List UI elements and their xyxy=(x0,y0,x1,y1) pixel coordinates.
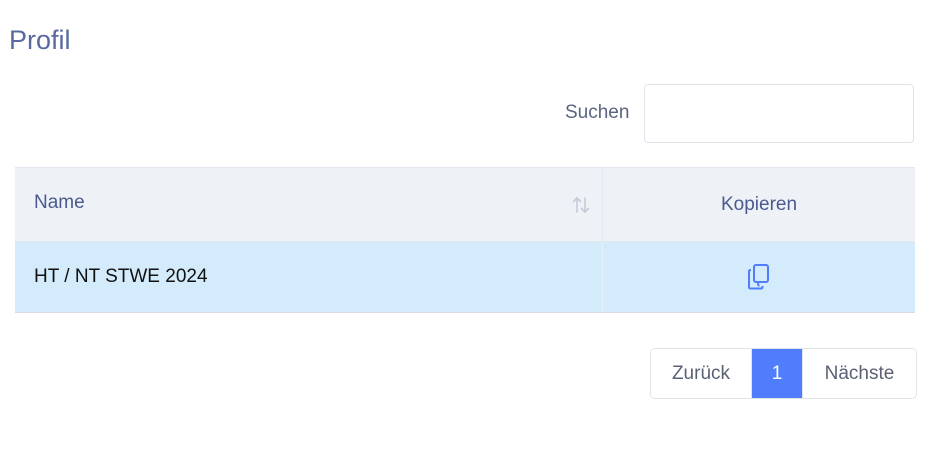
row-copy-cell xyxy=(602,241,915,313)
copy-icon[interactable] xyxy=(746,263,772,291)
table-header-row: Name Kopieren xyxy=(15,167,915,242)
page-button-1[interactable]: 1 xyxy=(752,349,802,398)
prev-page-button[interactable]: Zurück xyxy=(651,349,752,398)
profile-table: Name Kopieren HT / NT STWE 2024 xyxy=(15,167,915,313)
page-title: Profil xyxy=(9,25,71,55)
column-header-copy: Kopieren xyxy=(602,167,915,242)
search-input[interactable] xyxy=(644,84,914,143)
page: Profil Suchen Name Kopieren HT / NT STWE… xyxy=(0,0,932,452)
column-header-name[interactable]: Name xyxy=(15,167,603,242)
pagination: Zurück 1 Nächste xyxy=(650,348,917,399)
table-row[interactable]: HT / NT STWE 2024 xyxy=(15,241,915,313)
next-page-button[interactable]: Nächste xyxy=(802,349,916,398)
search-label: Suchen xyxy=(565,102,630,123)
column-header-name-label: Name xyxy=(34,192,85,213)
row-name: HT / NT STWE 2024 xyxy=(15,241,603,313)
sort-icon[interactable] xyxy=(570,194,592,216)
